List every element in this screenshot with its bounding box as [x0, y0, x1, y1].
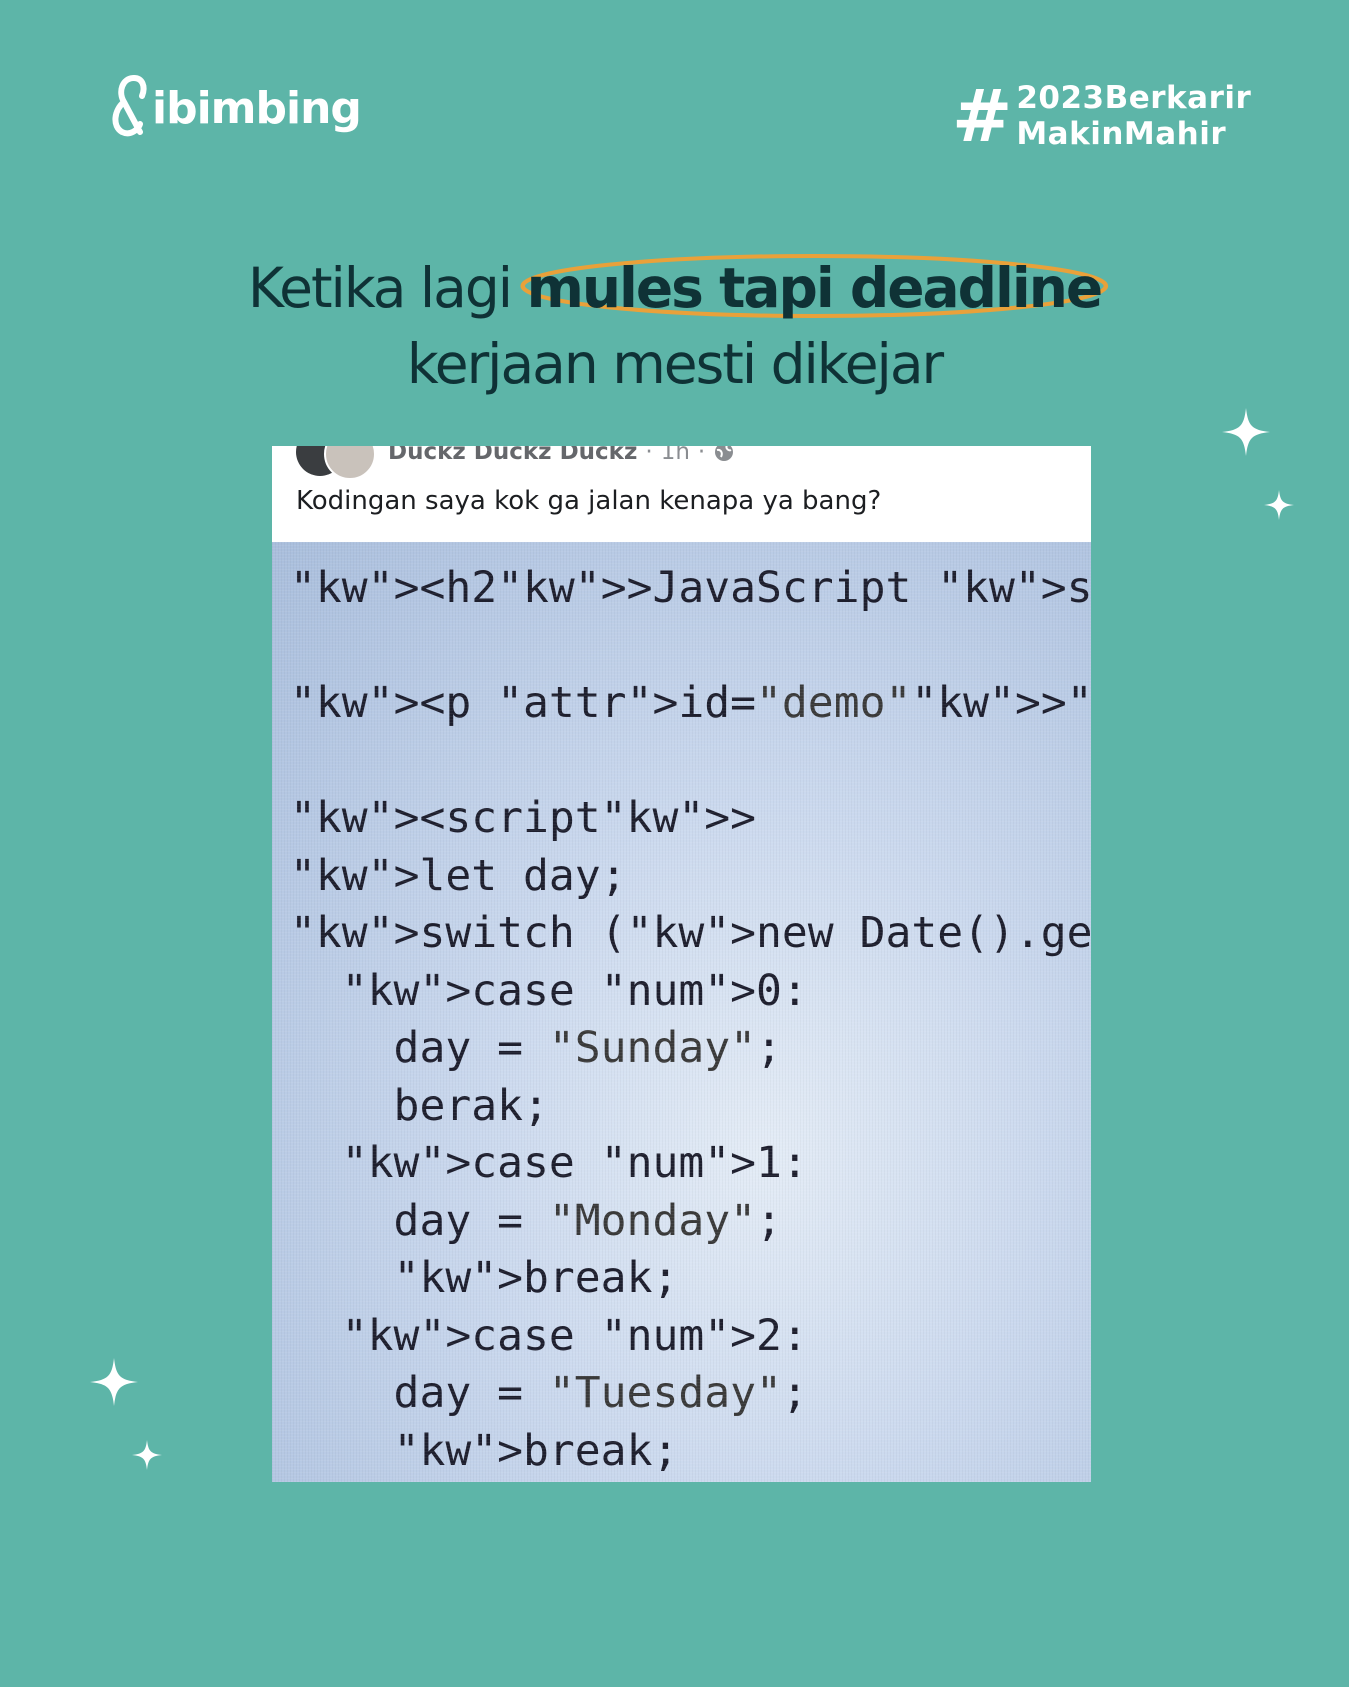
- code-photo: "kw"><h2"kw">>JavaScript "kw">switch"kw"…: [272, 542, 1091, 1482]
- code-line: berak;: [290, 1080, 549, 1131]
- meta-separator: ·: [697, 446, 706, 465]
- headline-line-1: Ketika lagi mules tapi deadline: [0, 250, 1349, 326]
- code-line: "kw"><p "attr">id="demo""kw">>"kw"></p"k…: [290, 678, 1091, 728]
- sparkle-icon: [90, 1358, 138, 1406]
- post-header: Duckz Duckz Duckz · 1h · Kodingan saya k…: [272, 446, 1091, 542]
- post-time[interactable]: 1h: [661, 446, 690, 465]
- hashtag-line-1: 2023Berkarir: [1016, 80, 1252, 116]
- sparkle-icon: [132, 1440, 162, 1470]
- code-line: "kw">case "num">2:: [341, 1310, 808, 1361]
- sparkle-icon: [1222, 408, 1270, 456]
- code-line: day = "Tuesday";: [290, 1368, 808, 1418]
- code-line: "kw">switch ("kw">new Date().getDay()) {: [290, 908, 1091, 958]
- avatar[interactable]: [296, 446, 376, 480]
- code-line: "kw"><script"kw">>: [290, 793, 757, 843]
- facebook-post-card: Duckz Duckz Duckz · 1h · Kodingan saya k…: [272, 446, 1091, 1482]
- meta-separator: ·: [645, 446, 653, 465]
- headline-prefix: Ketika lagi: [247, 256, 527, 320]
- headline-emphasis: mules tapi deadline: [519, 250, 1108, 326]
- headline-line-2: kerjaan mesti dikejar: [406, 332, 944, 396]
- post-text: Kodingan saya kok ga jalan kenapa ya ban…: [296, 486, 882, 516]
- ibimbing-logo: ibimbing: [108, 74, 362, 142]
- headline: Ketika lagi mules tapi deadline kerjaan …: [0, 250, 1349, 402]
- code-line: "kw">case "num">0:: [341, 965, 808, 1016]
- code-line: "kw">case "num">1:: [341, 1138, 808, 1188]
- code-line: day = "Monday";: [290, 1195, 782, 1246]
- logo-text: ibimbing: [152, 82, 362, 134]
- campaign-hashtag: # 2023Berkarir MakinMahir: [952, 80, 1251, 152]
- avatar-secondary: [324, 446, 376, 480]
- sparkle-icon: [1264, 490, 1294, 520]
- code-line: day = "Sunday";: [290, 1023, 782, 1073]
- hash-symbol: #: [952, 74, 1013, 158]
- code-line: "kw">let day;: [290, 850, 627, 901]
- globe-icon: [715, 446, 734, 461]
- ibimbing-logo-icon: [112, 75, 147, 137]
- code-line: "kw">break;: [393, 1425, 679, 1476]
- post-meta: Duckz Duckz Duckz · 1h ·: [296, 446, 735, 480]
- code-line: "kw"><h2"kw">>JavaScript "kw">switch"kw"…: [290, 563, 1091, 613]
- code-line: "kw">break;: [393, 1253, 679, 1303]
- code-block: "kw"><h2"kw">>JavaScript "kw">switch"kw"…: [290, 560, 1091, 1480]
- post-author[interactable]: Duckz Duckz Duckz: [388, 446, 637, 465]
- hashtag-line-2: MakinMahir: [1016, 116, 1227, 152]
